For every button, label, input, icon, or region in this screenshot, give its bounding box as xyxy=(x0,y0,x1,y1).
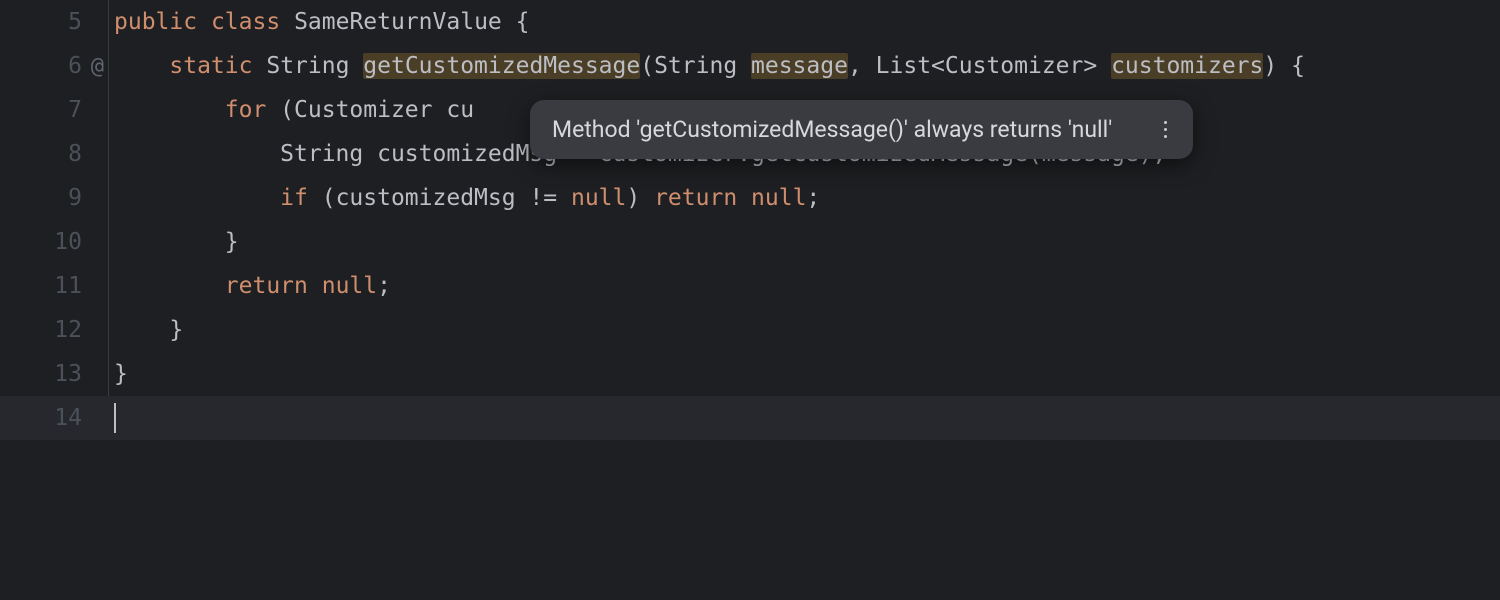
line-number: 11 xyxy=(54,273,82,299)
code-line[interactable]: 6@ static String getCustomizedMessage(St… xyxy=(0,44,1500,88)
code-content[interactable]: for (Customizer cu xyxy=(100,97,474,123)
more-actions-icon[interactable] xyxy=(1160,119,1171,140)
gutter[interactable]: 8 xyxy=(0,141,100,167)
code-editor[interactable]: 5 public class SameReturnValue { 6@ stat… xyxy=(0,0,1500,440)
text-caret xyxy=(114,403,116,433)
line-number: 10 xyxy=(54,229,82,255)
keyword-return: return xyxy=(225,273,308,299)
line-number: 13 xyxy=(54,361,82,387)
gutter[interactable]: 14 xyxy=(0,405,100,431)
keyword-static: static xyxy=(169,53,252,79)
code-line[interactable]: 12 } xyxy=(0,308,1500,352)
gutter[interactable]: 11 xyxy=(0,273,100,299)
line-number: 8 xyxy=(56,141,82,167)
line-number: 14 xyxy=(54,405,82,431)
code-line-current[interactable]: 14 xyxy=(0,396,1500,440)
literal-null: null xyxy=(751,185,806,211)
literal-null: null xyxy=(571,185,626,211)
code-content[interactable]: public class SameReturnValue { xyxy=(100,9,529,35)
code-line[interactable]: 10 } xyxy=(0,220,1500,264)
code-content[interactable]: static String getCustomizedMessage(Strin… xyxy=(100,53,1305,79)
code-content[interactable]: return null; xyxy=(100,273,391,299)
inspection-tooltip[interactable]: Method 'getCustomizedMessage()' always r… xyxy=(530,100,1193,159)
gutter[interactable]: 6@ xyxy=(0,53,100,79)
keyword-return: return xyxy=(654,185,737,211)
code-line[interactable]: 5 public class SameReturnValue { xyxy=(0,0,1500,44)
code-content[interactable]: } xyxy=(100,361,128,387)
code-content[interactable]: } xyxy=(100,317,183,343)
gutter[interactable]: 10 xyxy=(0,229,100,255)
gutter[interactable]: 5 xyxy=(0,9,100,35)
param-warning[interactable]: message xyxy=(751,53,848,79)
code-content[interactable]: } xyxy=(100,229,239,255)
gutter[interactable]: 13 xyxy=(0,361,100,387)
tooltip-text: Method 'getCustomizedMessage()' always r… xyxy=(552,116,1112,143)
method-name-warning[interactable]: getCustomizedMessage xyxy=(363,53,640,79)
keyword-class: class xyxy=(211,9,280,35)
line-number: 7 xyxy=(56,97,82,123)
code-content[interactable] xyxy=(100,403,116,433)
code-content[interactable]: if (customizedMsg != null) return null; xyxy=(100,185,820,211)
keyword-public: public xyxy=(114,9,197,35)
line-number: 5 xyxy=(56,9,82,35)
code-line[interactable]: 13 } xyxy=(0,352,1500,396)
class-name: SameReturnValue xyxy=(294,9,502,35)
line-number: 6 xyxy=(56,53,82,79)
gutter[interactable]: 7 xyxy=(0,97,100,123)
line-number: 12 xyxy=(54,317,82,343)
param-warning[interactable]: customizers xyxy=(1111,53,1263,79)
literal-null: null xyxy=(322,273,377,299)
code-line[interactable]: 11 return null; xyxy=(0,264,1500,308)
keyword-for: for xyxy=(225,97,267,123)
gutter[interactable]: 9 xyxy=(0,185,100,211)
keyword-if: if xyxy=(280,185,308,211)
gutter[interactable]: 12 xyxy=(0,317,100,343)
line-number: 9 xyxy=(56,185,82,211)
code-line[interactable]: 9 if (customizedMsg != null) return null… xyxy=(0,176,1500,220)
